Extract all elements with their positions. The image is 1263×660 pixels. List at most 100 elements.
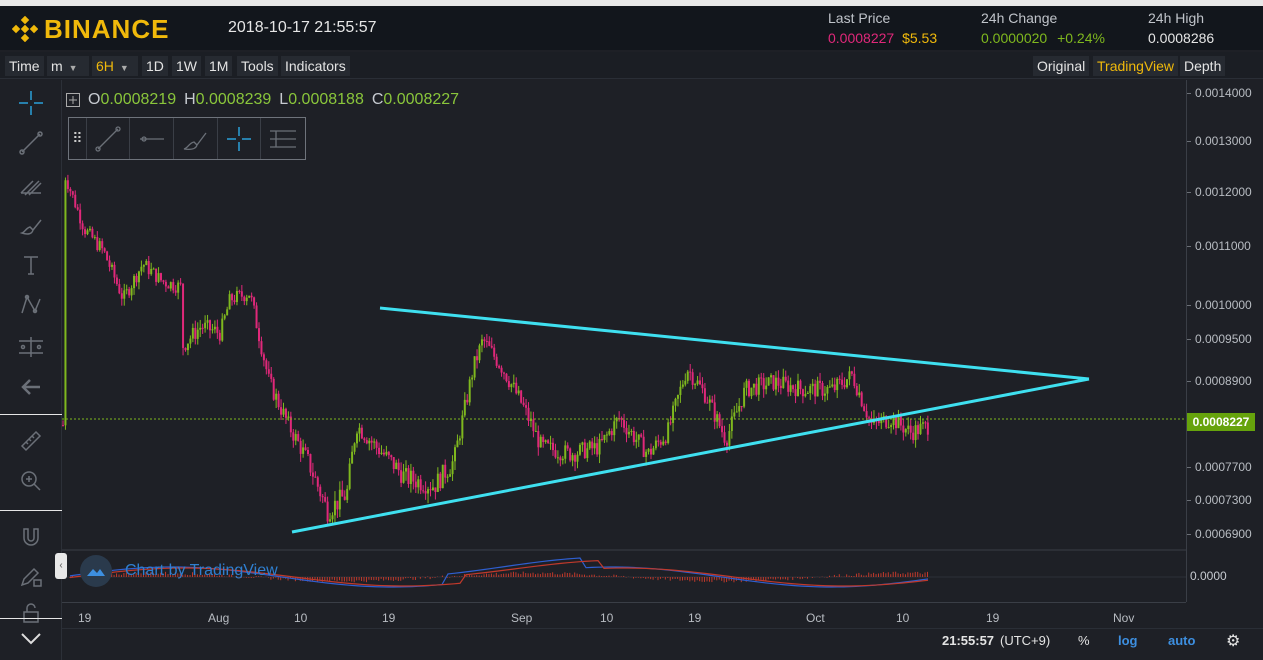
time-button[interactable]: Time xyxy=(5,56,44,76)
price-tick-label: 0.0006900 xyxy=(1187,527,1252,541)
candle-body xyxy=(500,367,503,373)
candle-body xyxy=(627,431,630,435)
candle-body xyxy=(64,180,67,426)
measure-tool[interactable] xyxy=(16,332,46,362)
candle-body xyxy=(319,486,322,497)
depth-button[interactable]: Depth xyxy=(1180,56,1226,76)
candle-body xyxy=(341,489,344,497)
candle-body xyxy=(473,356,476,378)
zoom-tool[interactable] xyxy=(16,466,46,496)
binance-chart-window: BINANCE 2018-10-17 21:55:57 Last Price 0… xyxy=(0,0,1263,660)
candle-body xyxy=(760,377,763,379)
interval-1w-button[interactable]: 1W xyxy=(172,56,201,76)
time-tick-label: 10 xyxy=(294,611,308,625)
price-tick-label: 0.0007700 xyxy=(1187,460,1252,474)
interval-dropdown[interactable]: 6H ▼ xyxy=(92,56,138,76)
candle-body xyxy=(451,461,454,475)
candle-body xyxy=(147,260,150,275)
log-scale-button[interactable]: log xyxy=(1118,633,1138,648)
stay-drawing-tool[interactable] xyxy=(16,562,46,592)
brush-button[interactable] xyxy=(174,118,218,159)
candle-body xyxy=(476,356,479,361)
candle-body xyxy=(762,378,765,390)
fib-tool[interactable] xyxy=(16,170,46,200)
candle-body xyxy=(784,376,787,381)
collapse-sidebar-button[interactable] xyxy=(16,624,46,654)
text-tool[interactable] xyxy=(16,250,46,280)
candle-body xyxy=(684,380,687,385)
text-icon xyxy=(24,256,38,275)
lower-trendline xyxy=(291,377,1090,534)
last-price-stat: Last Price 0.0008227 $5.53 xyxy=(828,10,937,46)
candle-body xyxy=(409,470,412,485)
plus-box-icon[interactable] xyxy=(66,93,80,107)
crosshair-tool[interactable] xyxy=(16,88,46,118)
binance-logo[interactable]: BINANCE xyxy=(12,14,169,44)
price-axis[interactable]: 0.0014000 0.0013000 0.0012000 0.0011000 0.00… xyxy=(1186,80,1263,602)
candle-body xyxy=(552,442,554,451)
candle-body xyxy=(142,265,145,267)
candle-body xyxy=(115,277,118,285)
candle-body xyxy=(216,326,219,333)
candle-body xyxy=(645,451,648,457)
pattern-tool[interactable] xyxy=(16,290,46,320)
candle-body xyxy=(664,441,667,443)
footer-timezone[interactable]: (UTC+9) xyxy=(1000,633,1050,648)
time-axis[interactable]: 19 Aug 10 19 Sep 10 19 Oct 10 19 Nov xyxy=(62,602,1186,628)
price-tick-label: 0.0013000 xyxy=(1187,134,1252,148)
candle-body xyxy=(576,454,579,462)
candle-body xyxy=(449,474,452,477)
candle-body xyxy=(718,414,721,427)
candle-body xyxy=(373,441,376,443)
trendline-button[interactable] xyxy=(87,118,131,159)
candle-body xyxy=(485,340,488,342)
candle-body xyxy=(262,354,265,361)
binance-logo-icon xyxy=(12,16,38,42)
candle-body xyxy=(329,519,332,522)
back-arrow-tool[interactable] xyxy=(16,372,46,402)
tools-button[interactable]: Tools xyxy=(237,56,278,76)
tradingview-branding[interactable]: Chart by TradingView xyxy=(80,555,278,587)
auto-scale-button[interactable]: auto xyxy=(1168,633,1195,648)
candle-body xyxy=(610,431,613,436)
candle-body xyxy=(88,228,91,231)
interval-1d-button[interactable]: 1D xyxy=(142,56,168,76)
high-stat: 24h High 0.0008286 xyxy=(1148,10,1214,46)
candle-body xyxy=(669,422,672,424)
candle-body xyxy=(162,280,165,282)
prediction-icon xyxy=(19,337,43,357)
lock-icon xyxy=(23,603,39,623)
price-tick-label: 0.0008900 xyxy=(1187,374,1252,388)
candle-body xyxy=(554,450,557,458)
candle-body xyxy=(157,273,160,282)
crosshair-button[interactable] xyxy=(218,118,262,159)
candle-body xyxy=(637,434,640,440)
fib-levels-button[interactable] xyxy=(261,118,305,159)
candle-body xyxy=(309,454,312,473)
drag-handle-icon[interactable]: ⠿ xyxy=(69,118,87,159)
time-tick-label: 19 xyxy=(382,611,396,625)
zoom-icon xyxy=(21,471,41,491)
candle-body xyxy=(375,441,378,448)
magnet-tool[interactable] xyxy=(16,522,46,552)
ruler-tool[interactable] xyxy=(16,426,46,456)
horizontal-line-button[interactable] xyxy=(130,118,175,159)
ohlc-legend: O 0.0008219 H 0.0008239 L 0.0008188 C 0.0008… xyxy=(66,90,459,110)
indicators-button[interactable]: Indicators xyxy=(281,56,350,76)
candle-body xyxy=(662,441,665,445)
interval-1m-button[interactable]: 1M xyxy=(205,56,233,76)
candle-body xyxy=(346,488,349,500)
percent-scale-button[interactable]: % xyxy=(1078,633,1090,648)
candle-body xyxy=(797,380,799,397)
settings-gear-icon[interactable]: ⚙ xyxy=(1226,631,1240,651)
minute-dropdown[interactable]: m ▼ xyxy=(47,56,89,76)
panel-collapse-handle[interactable]: ‹ xyxy=(55,553,67,579)
time-tick-label: 10 xyxy=(896,611,910,625)
candle-body xyxy=(113,264,116,278)
brush-tool[interactable] xyxy=(16,210,46,240)
original-view-button[interactable]: Original xyxy=(1033,56,1090,76)
trendline-tool[interactable] xyxy=(16,128,46,158)
candle-body xyxy=(380,452,383,455)
tradingview-button[interactable]: TradingView xyxy=(1093,56,1179,76)
close-label: C xyxy=(371,91,384,108)
